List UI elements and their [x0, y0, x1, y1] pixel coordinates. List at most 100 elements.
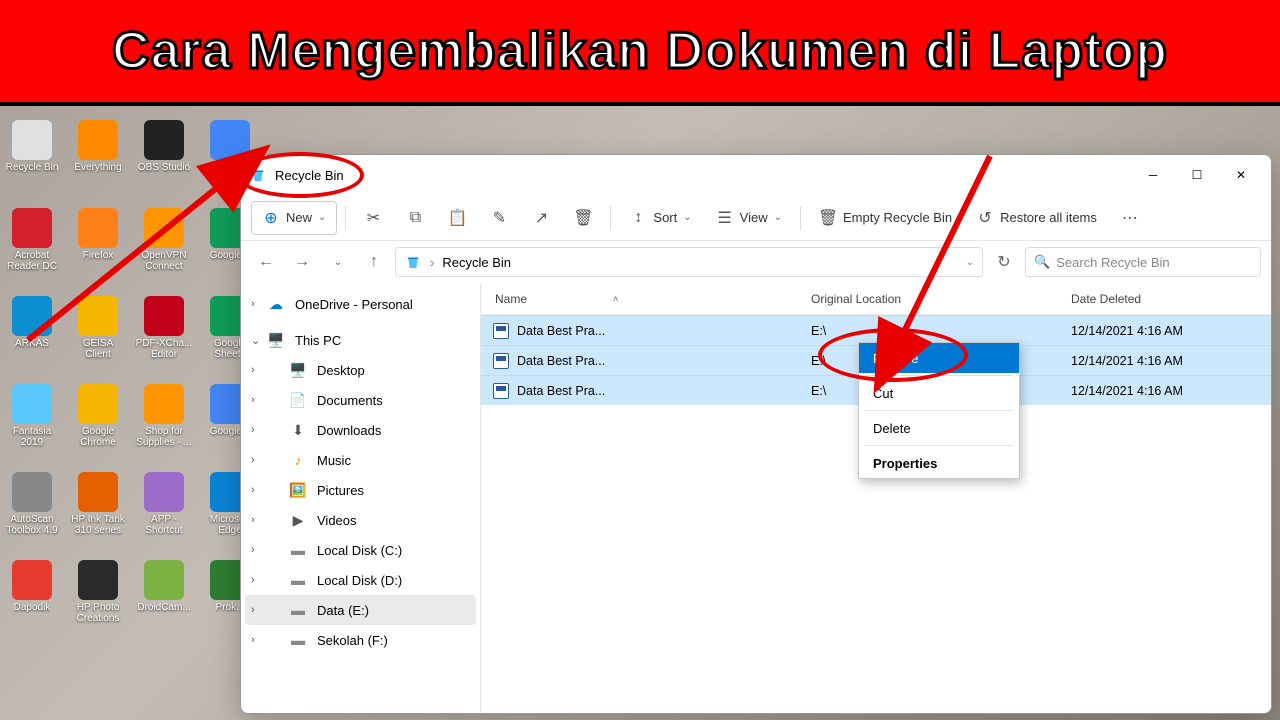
- sidebar-item[interactable]: ›🖥️Desktop: [245, 355, 476, 385]
- sidebar-item[interactable]: ›🖼️Pictures: [245, 475, 476, 505]
- clipboard-icon: 📋: [448, 209, 466, 227]
- folder-icon: 🖼️: [289, 481, 307, 499]
- desktop-icon-label: Recycle Bin: [6, 162, 59, 173]
- desktop-icon[interactable]: HP Ink Tank 310 series: [68, 472, 128, 556]
- app-icon: [144, 120, 184, 160]
- sidebar-item[interactable]: ›▬Local Disk (C:): [245, 535, 476, 565]
- table-row[interactable]: Data Best Pra...E:\12/14/2021 4:16 AM: [481, 315, 1271, 345]
- column-header-deleted[interactable]: Date Deleted: [1071, 292, 1271, 306]
- restore-icon: ↺: [976, 209, 994, 227]
- expand-icon: ›: [251, 298, 255, 310]
- context-menu-cut[interactable]: Cut: [859, 378, 1019, 408]
- collapse-icon: ⌄: [251, 334, 260, 347]
- scissors-icon: ✂: [364, 209, 382, 227]
- expand-icon: ›: [251, 364, 255, 376]
- desktop-icon[interactable]: HP Photo Creations: [68, 560, 128, 644]
- desktop-icon[interactable]: OpenVPN Connect: [134, 208, 194, 292]
- context-menu-delete[interactable]: Delete: [859, 413, 1019, 443]
- desktop-icon[interactable]: AutoScan Toolbox 4.9: [2, 472, 62, 556]
- sidebar-item[interactable]: ›▬Data (E:): [245, 595, 476, 625]
- sidebar-item-label: Videos: [317, 513, 357, 528]
- desktop-icon[interactable]: Recycle Bin: [2, 120, 62, 204]
- desktop-icon[interactable]: ARKAS: [2, 296, 62, 380]
- sidebar-item-label: Downloads: [317, 423, 381, 438]
- search-icon: 🔍: [1034, 254, 1050, 270]
- desktop-icon[interactable]: Fantasia 2019: [2, 384, 62, 468]
- nav-up-button[interactable]: ↑: [359, 247, 389, 277]
- column-header-original[interactable]: Original Location: [811, 292, 1071, 306]
- app-icon: [78, 120, 118, 160]
- rename-button[interactable]: ✎: [480, 201, 518, 235]
- desktop-icon[interactable]: Dapodik: [2, 560, 62, 644]
- app-icon: [12, 120, 52, 160]
- desktop-icon[interactable]: OBS Studio: [134, 120, 194, 204]
- expand-icon: ›: [251, 424, 255, 436]
- more-button[interactable]: ⋯: [1111, 201, 1149, 235]
- empty-recycle-bin-button[interactable]: 🗑 Empty Recycle Bin: [809, 201, 962, 235]
- nav-recent-button[interactable]: ⌄: [323, 247, 353, 277]
- minimize-button[interactable]: ─: [1131, 156, 1175, 194]
- view-button[interactable]: ☰ View ⌄: [706, 201, 792, 235]
- paste-button[interactable]: 📋: [438, 201, 476, 235]
- sidebar-item[interactable]: ›▶Videos: [245, 505, 476, 535]
- maximize-button[interactable]: ☐: [1175, 156, 1219, 194]
- sidebar-item-label: This PC: [295, 333, 341, 348]
- sidebar-item[interactable]: ›📄Documents: [245, 385, 476, 415]
- desktop-icon[interactable]: DroidCam...: [134, 560, 194, 644]
- document-icon: [493, 353, 509, 369]
- context-menu-restore[interactable]: Restore: [859, 343, 1019, 373]
- desktop-icon[interactable]: Shop for Supplies - ...: [134, 384, 194, 468]
- sidebar-item-label: Sekolah (F:): [317, 633, 388, 648]
- app-icon: [144, 296, 184, 336]
- copy-button[interactable]: ⧉: [396, 201, 434, 235]
- folder-icon: ▬: [289, 571, 307, 589]
- app-icon: [78, 560, 118, 600]
- sidebar-item[interactable]: ›▬Local Disk (D:): [245, 565, 476, 595]
- column-header-name[interactable]: Name ˄: [481, 292, 811, 306]
- sidebar-item[interactable]: ›♪Music: [245, 445, 476, 475]
- sidebar-item-onedrive[interactable]: › ☁ OneDrive - Personal: [245, 289, 476, 319]
- sort-button[interactable]: ↕ Sort ⌄: [619, 201, 701, 235]
- refresh-button[interactable]: ↻: [989, 247, 1019, 277]
- expand-icon: ›: [251, 514, 255, 526]
- sidebar-item[interactable]: › ⬇ Downloads: [245, 415, 476, 445]
- cut-button[interactable]: ✂: [354, 201, 392, 235]
- sidebar-item[interactable]: ›▬Sekolah (F:): [245, 625, 476, 655]
- app-icon: [78, 384, 118, 424]
- new-button[interactable]: ⊕ New ⌄: [251, 201, 337, 235]
- folder-icon: ⬇: [289, 421, 307, 439]
- nav-back-button[interactable]: ←: [251, 247, 281, 277]
- context-menu-properties[interactable]: Properties: [859, 448, 1019, 478]
- document-icon: [493, 323, 509, 339]
- desktop-icon[interactable]: Google Chrome: [68, 384, 128, 468]
- desktop-icon[interactable]: Firefox: [68, 208, 128, 292]
- desktop-icon[interactable]: PDF-XCha... Editor: [134, 296, 194, 380]
- folder-icon: ▬: [289, 541, 307, 559]
- sort-icon: ↕: [629, 209, 647, 227]
- restore-all-button[interactable]: ↺ Restore all items: [966, 201, 1107, 235]
- folder-icon: 🖥️: [289, 361, 307, 379]
- nav-forward-button[interactable]: →: [287, 247, 317, 277]
- file-name: Data Best Pra...: [517, 354, 605, 368]
- sidebar-item-label: Local Disk (C:): [317, 543, 402, 558]
- desktop-icon-label: DroidCam...: [137, 602, 190, 613]
- share-icon: ↗: [532, 209, 550, 227]
- app-icon: [78, 208, 118, 248]
- desktop-icon[interactable]: GEISA Client: [68, 296, 128, 380]
- view-label: View: [740, 210, 768, 225]
- desktop-icon[interactable]: Everything: [68, 120, 128, 204]
- file-name: Data Best Pra...: [517, 324, 605, 338]
- search-input[interactable]: 🔍 Search Recycle Bin: [1025, 247, 1261, 277]
- desktop-icon[interactable]: APP - Shortcut: [134, 472, 194, 556]
- delete-button[interactable]: 🗑: [564, 201, 602, 235]
- desktop-icon-label: HP Ink Tank 310 series: [69, 514, 127, 536]
- desktop-icon[interactable]: Acrobat Reader DC: [2, 208, 62, 292]
- cloud-icon: ☁: [267, 295, 285, 313]
- close-button[interactable]: ✕: [1219, 156, 1263, 194]
- address-box[interactable]: › Recycle Bin ⌄: [395, 247, 983, 277]
- more-icon: ⋯: [1121, 209, 1139, 227]
- share-button[interactable]: ↗: [522, 201, 560, 235]
- date-deleted: 12/14/2021 4:16 AM: [1071, 354, 1271, 368]
- desktop-icon-label: Acrobat Reader DC: [3, 250, 61, 272]
- sidebar-item-thispc[interactable]: ⌄ 🖥️ This PC: [245, 325, 476, 355]
